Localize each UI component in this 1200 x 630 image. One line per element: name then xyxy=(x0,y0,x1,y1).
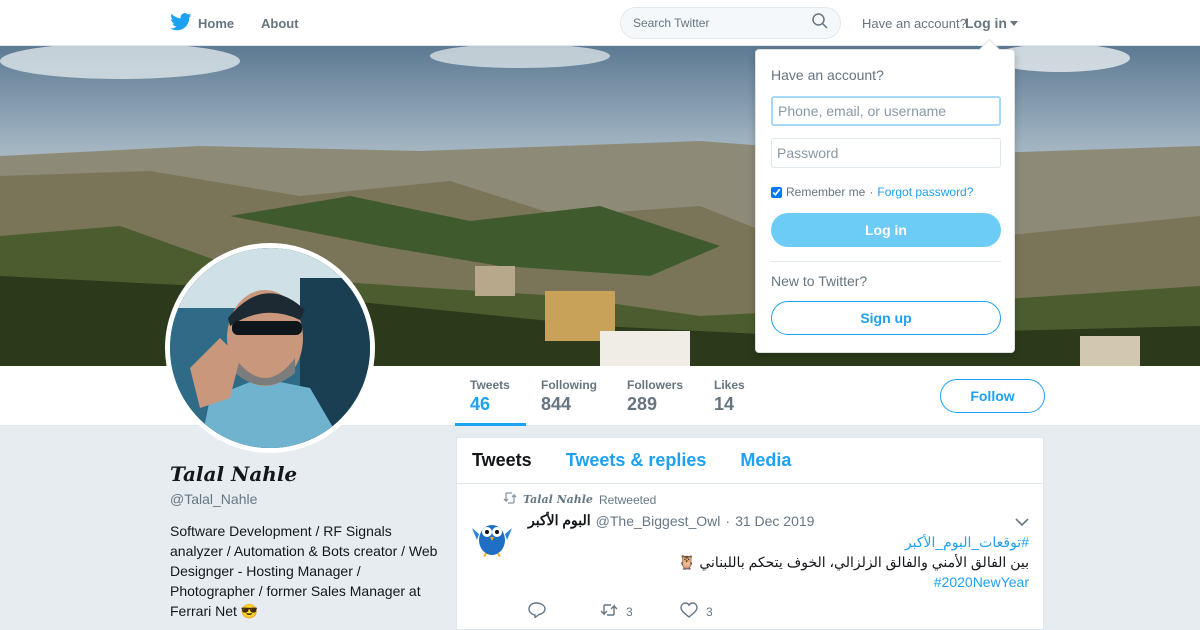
stat-tweets-label: Tweets xyxy=(470,378,510,392)
active-stat-underline xyxy=(455,423,526,426)
nav-home-label: Home xyxy=(198,16,235,31)
new-to-twitter-text: New to Twitter? xyxy=(771,273,868,289)
have-account-text: Have an account? xyxy=(862,16,967,31)
like-action[interactable]: 3 xyxy=(680,602,713,621)
tweet-text: #توقعات_البوم_الأكبر بين الفالق الأمني و… xyxy=(529,532,1029,592)
tab-tweets[interactable]: Tweets xyxy=(472,450,532,471)
login-dropdown-toggle[interactable]: Log in xyxy=(965,15,1018,31)
profile-handle: @Talal_Nahle xyxy=(170,491,258,507)
reply-action[interactable] xyxy=(528,602,600,621)
tweet-item[interactable]: Talal Nahle Retweeted البوم الأكبر @The_… xyxy=(457,484,1043,630)
login-button[interactable]: Log in xyxy=(771,213,1001,247)
stat-likes-count: 14 xyxy=(714,394,735,414)
caret-down-icon xyxy=(1010,20,1018,26)
tweet-hashtag-2[interactable]: #2020NewYear xyxy=(529,572,1029,592)
search-icon[interactable] xyxy=(812,12,828,34)
tweet-hashtag-1[interactable]: #توقعات_البوم_الأكبر xyxy=(529,532,1029,552)
stat-followers-label: Followers xyxy=(627,378,684,392)
tweet-dot: · xyxy=(725,512,731,529)
stat-tweets[interactable]: Tweets 46 xyxy=(470,378,510,415)
stat-followers-count: 289 xyxy=(627,394,658,414)
tweet-author-handle[interactable]: @The_Biggest_Owl xyxy=(596,513,721,529)
avatar[interactable] xyxy=(165,243,375,453)
tweet-date[interactable]: 31 Dec 2019 xyxy=(735,513,814,529)
tab-tweets-and-replies[interactable]: Tweets & replies xyxy=(566,450,707,471)
tweet-author-avatar[interactable] xyxy=(470,514,514,558)
tweet-body: بين الفالق الأمني والفالق الزلزالي، الخو… xyxy=(678,554,1029,570)
nav-about-link[interactable]: About xyxy=(261,16,299,31)
stat-tweets-count: 46 xyxy=(470,394,491,414)
retweeter-name[interactable]: Talal Nahle xyxy=(523,493,593,506)
profile-bio: Software Development / RF Signals analyz… xyxy=(170,523,438,619)
retweet-action[interactable]: 3 xyxy=(600,603,680,620)
retweet-icon xyxy=(600,603,618,620)
search-input[interactable] xyxy=(633,16,803,30)
tweet-actions: 3 3 xyxy=(528,602,713,621)
login-dropdown-title: Have an account? xyxy=(771,67,884,83)
retweeted-label: Retweeted xyxy=(598,492,657,507)
login-link-label: Log in xyxy=(965,15,1007,31)
stat-following-count: 844 xyxy=(541,394,572,414)
twitter-bird-icon xyxy=(170,13,192,34)
remember-separator: · xyxy=(869,185,874,199)
stat-likes-label: Likes xyxy=(714,378,745,392)
top-navigation-bar: Home About Have an account? Log in xyxy=(0,0,1200,46)
stat-likes[interactable]: Likes 14 xyxy=(714,378,745,415)
remember-me-row: Remember me · Forgot password? xyxy=(771,185,973,199)
nav-home-link[interactable]: Home xyxy=(170,13,234,34)
tab-media[interactable]: Media xyxy=(740,450,791,471)
stat-followers[interactable]: Followers 289 xyxy=(627,378,683,415)
chevron-down-icon[interactable] xyxy=(1015,514,1029,532)
remember-me-checkbox[interactable] xyxy=(771,186,782,198)
reply-icon xyxy=(528,602,546,621)
forgot-password-link[interactable]: Forgot password? xyxy=(877,185,973,199)
password-field[interactable] xyxy=(771,138,1001,168)
follow-button[interactable]: Follow xyxy=(940,379,1045,413)
dropdown-divider xyxy=(771,261,1001,262)
timeline-tabs: Tweets Tweets & replies Media xyxy=(457,438,1043,484)
stat-following[interactable]: Following 844 xyxy=(541,378,597,415)
retweet-context: Talal Nahle Retweeted xyxy=(503,492,656,507)
timeline: Tweets Tweets & replies Media Talal Nahl… xyxy=(456,437,1044,630)
like-icon xyxy=(680,602,698,621)
like-count: 3 xyxy=(706,604,713,619)
retweet-count: 3 xyxy=(626,604,633,619)
signup-button[interactable]: Sign up xyxy=(771,301,1001,335)
stat-following-label: Following xyxy=(541,378,597,392)
tweet-author-name[interactable]: البوم الأكبر xyxy=(528,512,591,529)
profile-name: Talal Nahle xyxy=(170,462,298,486)
login-dropdown: Have an account? Remember me · Forgot pa… xyxy=(755,49,1015,353)
search-box xyxy=(620,7,841,39)
tweet-header: البوم الأكبر @The_Biggest_Owl · 31 Dec 2… xyxy=(528,512,814,529)
retweet-icon xyxy=(503,492,517,507)
remember-me-label[interactable]: Remember me xyxy=(786,185,865,199)
username-field[interactable] xyxy=(771,96,1001,126)
